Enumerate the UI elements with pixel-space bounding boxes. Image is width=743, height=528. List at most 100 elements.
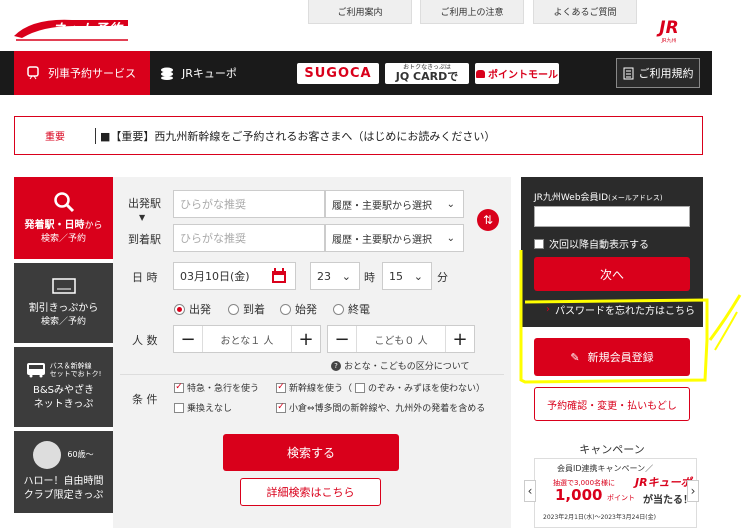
plus-icon[interactable]: +	[446, 326, 474, 352]
question-icon: ?	[331, 360, 341, 371]
radio-last-train[interactable]: 終電	[333, 301, 370, 317]
tab3-line1: B&Sみやざき	[32, 385, 94, 397]
tab-hello-free-time[interactable]: 60歳～ ハロー！自由時間 クラブ限定きっぷ	[14, 431, 113, 513]
chevron-down-icon: ⌄	[413, 269, 423, 283]
tab2-line1: 割引きっぷから	[28, 302, 99, 314]
document-icon	[623, 67, 633, 79]
arrival-history-label: 履歴・主要駅から選択	[332, 234, 432, 246]
check-kokura-hakata[interactable]: ✓ 小倉⇔博多間の新幹線や、九州外の発着を含める	[276, 401, 485, 414]
conditions-label: 条 件	[132, 393, 158, 406]
search-icon	[53, 191, 74, 212]
arrival-placeholder: ひらがな推奨	[180, 232, 246, 245]
tab-bus-shinkansen[interactable]: バス＆新幹線 セットでおトク! B&Sみやざき ネットきっぷ	[14, 347, 113, 427]
swap-stations-icon[interactable]: ⇅	[477, 209, 499, 231]
important-notice[interactable]: 重要 ■【重要】西九州新幹線をご予約されるお客さまへ（はじめにお読みください）	[14, 116, 703, 155]
radio-circle	[280, 303, 291, 315]
nav-jr-kyupo-label: JRキューポ	[182, 67, 237, 80]
search-button-label: 検索する	[286, 446, 335, 460]
radio-arrival[interactable]: 到着	[228, 301, 265, 317]
terms-label: ご利用規約	[638, 67, 694, 80]
member-id-label-small: (メールアドレス)	[608, 194, 663, 202]
tab-station-datetime[interactable]: 発着駅・日時から 検索／予約	[14, 177, 113, 259]
mall-bag-icon	[476, 69, 485, 78]
arrival-station-input[interactable]: ひらがな推奨	[173, 224, 325, 252]
plus-icon[interactable]: +	[292, 326, 320, 352]
radio-circle-selected	[174, 303, 185, 315]
detail-search-button[interactable]: 詳細検索はこちら	[240, 478, 381, 506]
adult-count: おとな１ 人	[202, 326, 292, 352]
check-no-transfer-label: 乗換えなし	[187, 404, 233, 414]
coins-icon	[161, 67, 173, 80]
date-value: 03月10日(金)	[180, 270, 250, 283]
chevron-down-icon: ⌄	[341, 269, 351, 283]
chevron-right-icon[interactable]: ›	[687, 480, 699, 502]
radio-first-train[interactable]: 始発	[280, 301, 317, 317]
hour-select[interactable]: 23 ⌄	[310, 262, 360, 290]
link-guide[interactable]: ご利用案内	[308, 0, 412, 24]
link-notes[interactable]: ご利用上の注意	[420, 0, 524, 24]
jr-kyushu-logo[interactable]: JR JR九州	[652, 19, 686, 45]
search-button[interactable]: 検索する	[223, 434, 399, 471]
member-id-input[interactable]	[534, 206, 690, 227]
check-shinkansen-label: 新幹線を使う（	[289, 384, 353, 394]
people-label: 人 数	[132, 334, 158, 347]
notice-text[interactable]: ■【重要】西九州新幹線をご予約されるお客さまへ（はじめにお読みください）	[100, 128, 495, 144]
radio-departure[interactable]: 出発	[174, 301, 211, 317]
check-nozomi-label: のぞみ・みずほを使わない）	[368, 384, 486, 394]
checkbox-checked: ✓	[276, 402, 286, 413]
sugoca-banner[interactable]: SUGOCA	[297, 63, 379, 84]
child-stepper[interactable]: − こども０ 人 +	[327, 325, 475, 353]
date-picker[interactable]: 03月10日(金)	[173, 262, 296, 290]
jq-card-banner[interactable]: おトクなきっぷは JQ CARDで	[385, 63, 469, 84]
departure-history-select[interactable]: 履歴・主要駅から選択 ⌄	[325, 190, 464, 218]
campaign-line3: が当たる！	[643, 495, 693, 506]
tab3-small1: バス＆新幹線	[49, 361, 92, 370]
point-mall-label: ポイントモール	[488, 70, 558, 81]
net-yoyaku-logo[interactable]: ネット予約	[12, 14, 132, 42]
arrow-down-icon: ▼	[139, 213, 146, 222]
adult-stepper[interactable]: − おとな１ 人 +	[173, 325, 321, 353]
age-help-link[interactable]: ? おとな・こどもの区分について	[331, 359, 469, 372]
link-notes-label: ご利用上の注意	[440, 8, 504, 18]
link-faq[interactable]: よくあるご質問	[533, 0, 637, 24]
nav-train-reservation-label: 列車予約サービス	[48, 67, 136, 80]
member-id-label-text: JR九州Web会員ID	[534, 193, 609, 203]
arrival-history-select[interactable]: 履歴・主要駅から選択 ⌄	[325, 224, 464, 252]
check-express[interactable]: ✓ 特急・急行を使う	[174, 381, 259, 394]
minus-icon[interactable]: −	[328, 326, 356, 352]
minute-select[interactable]: 15 ⌄	[382, 262, 432, 290]
campaign-title: 会員ID連携キャンペーン／	[557, 464, 654, 473]
calendar-icon[interactable]	[271, 268, 287, 284]
tab4-line2: クラブ限定きっぷ	[23, 490, 104, 501]
chevron-left-icon[interactable]: ‹	[524, 480, 536, 502]
campaign-banner[interactable]: 会員ID連携キャンペーン／ 抽選で3,000名様に JRキューポ 1,000 ポ…	[534, 458, 697, 528]
departure-placeholder: ひらがな推奨	[180, 198, 246, 211]
manage-reservation-label: 予約確認・変更・払いもどし	[547, 400, 677, 412]
sugoca-label: SUGOCA	[304, 66, 372, 81]
tab-discount-tickets[interactable]: 割引きっぷから 検索／予約	[14, 263, 113, 343]
divider	[120, 374, 504, 375]
radio-circle	[333, 303, 344, 315]
chevron-down-icon: ⌄	[446, 232, 455, 244]
nav-train-reservation[interactable]: 列車予約サービス	[14, 51, 150, 95]
chevron-down-icon: ⌄	[446, 198, 455, 210]
point-mall-banner[interactable]: ポイントモール	[475, 63, 559, 84]
checkbox-checked: ✓	[174, 382, 184, 393]
campaign-heading: キャンペーン	[579, 443, 645, 456]
datetime-label: 日 時	[132, 271, 158, 284]
nav-jr-kyupo[interactable]: JRキューポ	[160, 51, 237, 95]
jr-logo-sub: JR九州	[661, 38, 677, 44]
highlight-annotation	[519, 250, 742, 384]
check-no-transfer[interactable]: 乗換えなし	[174, 401, 232, 414]
link-faq-label: よくあるご質問	[553, 8, 617, 18]
check-shinkansen[interactable]: ✓ 新幹線を使う（ のぞみ・みずほを使わない）	[276, 381, 485, 394]
checkbox-checked: ✓	[276, 382, 286, 393]
campaign-point-label: ポイント	[607, 494, 635, 502]
minus-icon[interactable]: −	[174, 326, 202, 352]
detail-search-label: 詳細検索はこちら	[266, 486, 355, 499]
check-nozomi[interactable]	[355, 382, 366, 393]
departure-station-input[interactable]: ひらがな推奨	[173, 190, 325, 218]
check-kokura-label: 小倉⇔博多間の新幹線や、九州外の発着を含める	[289, 404, 486, 414]
terms-button[interactable]: ご利用規約	[616, 58, 700, 88]
radio-last-train-label: 終電	[348, 303, 370, 316]
